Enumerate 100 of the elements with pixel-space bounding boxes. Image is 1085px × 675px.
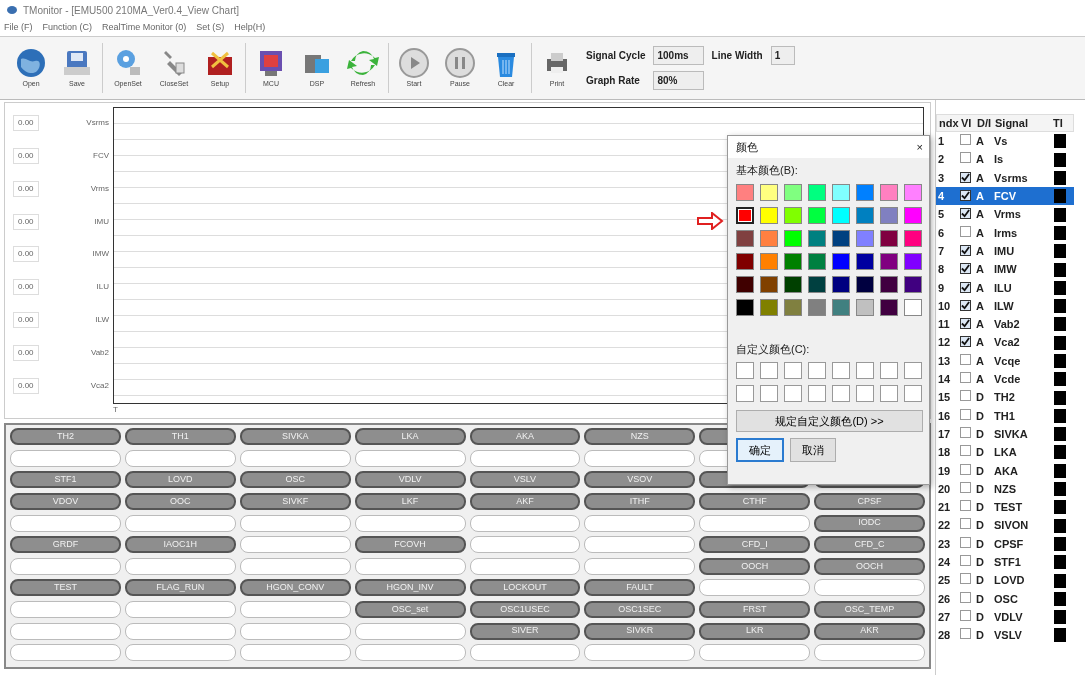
table-row[interactable]: 26 D OSC bbox=[936, 589, 1074, 608]
checkbox[interactable] bbox=[960, 299, 971, 311]
color-swatch[interactable] bbox=[760, 298, 778, 316]
color-swatch[interactable] bbox=[784, 206, 802, 224]
checkbox[interactable] bbox=[960, 463, 971, 475]
color-swatch[interactable] bbox=[904, 206, 922, 224]
color-swatch[interactable] bbox=[856, 183, 874, 201]
color-swatch[interactable] bbox=[784, 229, 802, 247]
custom-color-slot[interactable] bbox=[760, 362, 778, 379]
color-swatch[interactable] bbox=[904, 183, 922, 201]
color-swatch[interactable] bbox=[856, 252, 874, 270]
checkbox[interactable] bbox=[960, 481, 971, 493]
color-swatch[interactable] bbox=[808, 206, 826, 224]
color-swatch[interactable] bbox=[856, 229, 874, 247]
table-row[interactable]: 20 D NZS bbox=[936, 479, 1074, 499]
table-row[interactable]: 10 A ILW bbox=[936, 296, 1074, 316]
color-swatch[interactable] bbox=[880, 183, 898, 201]
color-swatch[interactable] bbox=[808, 252, 826, 270]
menu-item[interactable]: RealTime Monitor (0) bbox=[102, 21, 187, 35]
value-field[interactable]: 0.00 bbox=[13, 148, 39, 165]
checkbox[interactable] bbox=[960, 500, 971, 512]
table-row[interactable]: 13 A Vcqe bbox=[936, 351, 1074, 371]
table-row[interactable]: 3 A Vsrms bbox=[936, 168, 1074, 188]
checkbox[interactable] bbox=[960, 353, 971, 365]
color-swatch[interactable] bbox=[880, 298, 898, 316]
color-swatch[interactable] bbox=[832, 206, 850, 224]
color-swatch[interactable] bbox=[784, 275, 802, 293]
close-button[interactable]: × bbox=[916, 138, 923, 156]
value-field[interactable]: 0.00 bbox=[13, 279, 39, 296]
table-row[interactable]: 11 A Vab2 bbox=[936, 315, 1074, 334]
color-swatch[interactable] bbox=[736, 229, 754, 247]
table-row[interactable]: 6 A Irms bbox=[936, 223, 1074, 243]
menu-item[interactable]: File (F) bbox=[4, 21, 33, 35]
custom-color-slot[interactable] bbox=[736, 362, 754, 379]
table-row[interactable]: 18 D LKA bbox=[936, 443, 1074, 462]
menu-item[interactable]: Help(H) bbox=[234, 21, 266, 35]
checkbox[interactable] bbox=[960, 152, 971, 164]
table-row[interactable]: 12 A Vca2 bbox=[936, 333, 1074, 352]
table-row[interactable]: 24 D STF1 bbox=[936, 553, 1074, 572]
custom-color-slot[interactable] bbox=[856, 385, 874, 402]
custom-color-slot[interactable] bbox=[904, 362, 922, 379]
checkbox[interactable] bbox=[960, 318, 971, 330]
color-swatch[interactable] bbox=[880, 275, 898, 293]
table-row[interactable]: 1 A Vs bbox=[936, 132, 1074, 151]
checkbox[interactable] bbox=[960, 555, 971, 566]
color-swatch[interactable] bbox=[832, 298, 850, 316]
color-swatch[interactable] bbox=[880, 229, 898, 247]
checkbox[interactable] bbox=[960, 591, 971, 603]
checkbox[interactable] bbox=[960, 190, 971, 202]
value-field[interactable]: 0.00 bbox=[13, 246, 39, 263]
color-swatch[interactable] bbox=[904, 252, 922, 270]
value-field[interactable]: 0.00 bbox=[13, 377, 39, 394]
color-swatch[interactable] bbox=[784, 298, 802, 316]
checkbox[interactable] bbox=[960, 408, 971, 420]
color-swatch[interactable] bbox=[832, 275, 850, 293]
checkbox[interactable] bbox=[960, 225, 971, 237]
value-field[interactable]: 0.00 bbox=[13, 344, 39, 361]
table-row[interactable]: 23 D CPSF bbox=[936, 534, 1074, 554]
ok-button[interactable]: 确定 bbox=[736, 437, 784, 463]
checkbox[interactable] bbox=[960, 336, 971, 348]
define-colors-button[interactable]: 规定自定义颜色(D) >> bbox=[736, 409, 923, 433]
color-swatch[interactable] bbox=[904, 275, 922, 293]
checkbox[interactable] bbox=[960, 426, 971, 438]
color-swatch[interactable] bbox=[808, 229, 826, 247]
color-swatch[interactable] bbox=[760, 275, 778, 293]
custom-color-slot[interactable] bbox=[736, 385, 754, 402]
cancel-button[interactable]: 取消 bbox=[789, 437, 836, 463]
checkbox[interactable] bbox=[960, 171, 971, 183]
color-swatch[interactable] bbox=[832, 229, 850, 247]
color-swatch[interactable] bbox=[880, 206, 898, 224]
color-swatch[interactable] bbox=[856, 275, 874, 293]
custom-color-slot[interactable] bbox=[832, 362, 850, 379]
color-swatch[interactable] bbox=[760, 229, 778, 247]
table-row[interactable]: 21 D TEST bbox=[936, 498, 1074, 517]
table-row[interactable]: 8 A IMW bbox=[936, 260, 1074, 279]
table-row[interactable]: 14 A Vcde bbox=[936, 370, 1074, 389]
custom-color-slot[interactable] bbox=[808, 362, 826, 379]
checkbox[interactable] bbox=[960, 518, 971, 530]
table-row[interactable]: 5 A Vrms bbox=[936, 205, 1074, 224]
color-swatch[interactable] bbox=[760, 252, 778, 270]
value-field[interactable]: 0.00 bbox=[13, 180, 39, 197]
table-row[interactable]: 2 A Is bbox=[936, 150, 1074, 169]
checkbox[interactable] bbox=[960, 573, 971, 585]
table-row[interactable]: 28 D VSLV bbox=[936, 626, 1074, 645]
checkbox[interactable] bbox=[960, 244, 971, 256]
table-row[interactable]: 22 D SIVON bbox=[936, 516, 1074, 535]
table-row[interactable]: 15 D TH2 bbox=[936, 388, 1074, 407]
value-field[interactable]: 0.00 bbox=[13, 115, 39, 132]
color-swatch[interactable] bbox=[736, 275, 754, 293]
color-swatch[interactable] bbox=[808, 275, 826, 293]
setting-dropdown[interactable]: 80% bbox=[653, 71, 704, 90]
custom-color-slot[interactable] bbox=[904, 385, 922, 402]
color-swatch[interactable] bbox=[760, 183, 778, 201]
value-field[interactable]: 0.00 bbox=[13, 311, 39, 328]
color-swatch[interactable] bbox=[904, 229, 922, 247]
custom-color-slot[interactable] bbox=[760, 385, 778, 402]
table-row[interactable]: 19 D AKA bbox=[936, 461, 1074, 480]
setting-dropdown[interactable]: 1 bbox=[770, 46, 796, 65]
table-row[interactable]: 4 A FCV bbox=[936, 187, 1074, 206]
color-swatch[interactable] bbox=[736, 298, 754, 316]
